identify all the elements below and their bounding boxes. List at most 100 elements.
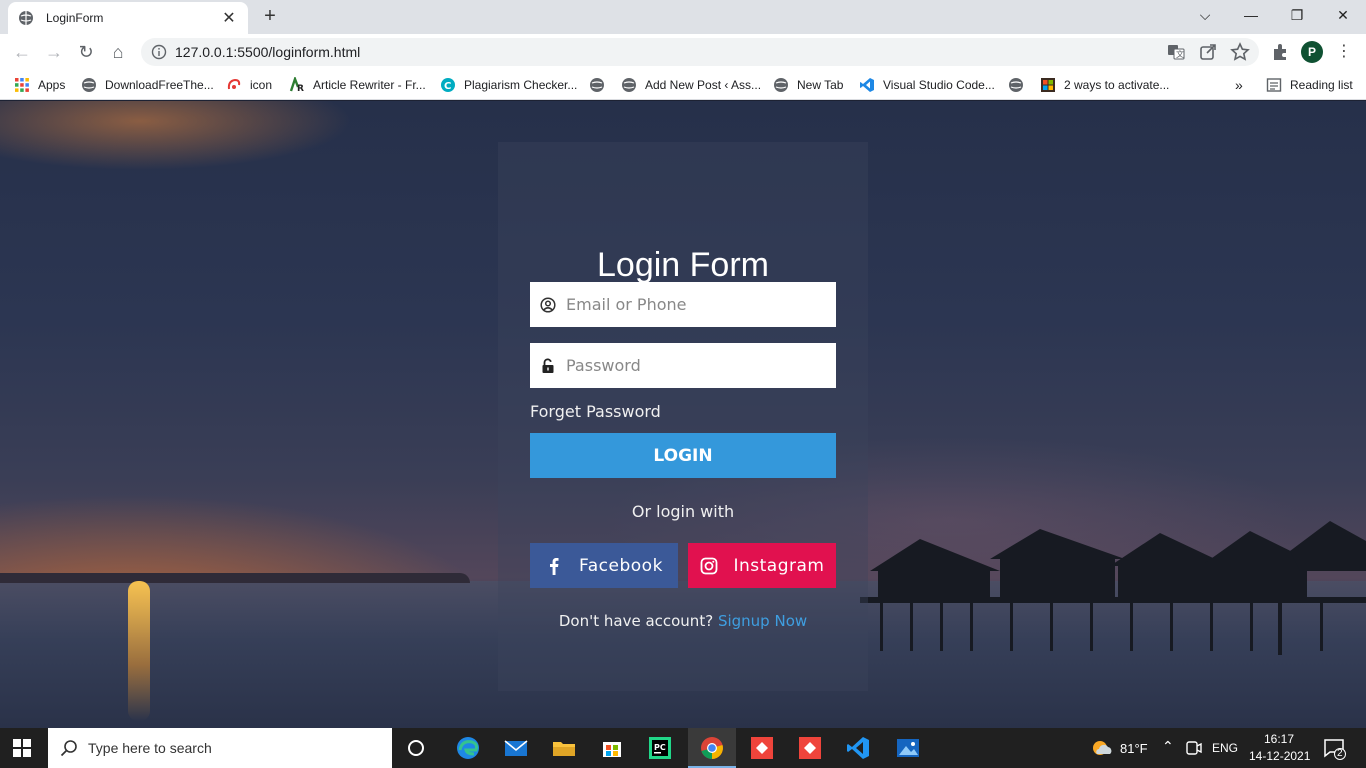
- bookmark-item[interactable]: [1008, 76, 1032, 94]
- restore-icon[interactable]: ❐: [1274, 4, 1320, 28]
- bookmark-apps[interactable]: Apps: [14, 76, 65, 94]
- globe-icon: [622, 78, 636, 92]
- login-button[interactable]: LOGIN: [530, 433, 836, 478]
- instagram-button[interactable]: Instagram: [688, 543, 836, 588]
- password-input[interactable]: [566, 356, 826, 375]
- email-input[interactable]: [566, 295, 826, 314]
- chrome-icon[interactable]: [698, 734, 726, 762]
- forward-icon[interactable]: →: [42, 40, 66, 64]
- back-icon[interactable]: ←: [10, 40, 34, 64]
- browser-toolbar: ← → ↻ ⌂ 127.0.0.1:5500/loginform.html 文: [0, 34, 1366, 70]
- vscode-icon[interactable]: [844, 734, 872, 762]
- bookmark-label: Plagiarism Checker...: [464, 78, 578, 92]
- tab-title: LoginForm: [46, 11, 104, 25]
- share-icon[interactable]: [1198, 42, 1218, 62]
- anydesk-icon[interactable]: [748, 734, 776, 762]
- search-icon: [60, 740, 77, 757]
- reading-list-label: Reading list: [1290, 78, 1353, 92]
- tray-chevron-up-icon[interactable]: ⌃: [1162, 738, 1174, 755]
- browser-tab[interactable]: LoginForm ✕: [8, 2, 248, 34]
- mail-icon[interactable]: [502, 734, 530, 762]
- bookmarks-bar: Apps DownloadFreeThe... icon R Article R…: [0, 70, 1366, 100]
- vscode-icon: [860, 78, 874, 92]
- facebook-button[interactable]: Facebook: [530, 543, 678, 588]
- bookmark-label: icon: [250, 78, 273, 92]
- forget-password-link[interactable]: Forget Password: [530, 402, 661, 421]
- bookmark-label: Add New Post ‹ Ass...: [645, 78, 762, 92]
- profile-avatar[interactable]: P: [1301, 41, 1323, 63]
- cortana-icon[interactable]: [402, 734, 430, 762]
- globe-icon: [19, 11, 33, 25]
- bookmark-label: DownloadFreeThe...: [105, 78, 214, 92]
- password-field[interactable]: [530, 343, 836, 388]
- weather-icon[interactable]: [1088, 734, 1116, 762]
- svg-text:文: 文: [1176, 49, 1184, 59]
- lock-open-icon: [542, 358, 554, 373]
- or-login-with-text: Or login with: [631, 502, 735, 521]
- facebook-label: Facebook: [579, 555, 663, 576]
- anydesk-icon[interactable]: [796, 734, 824, 762]
- bookmark-item[interactable]: New Tab: [773, 76, 843, 94]
- page-title: Login Form: [597, 246, 769, 284]
- more-bookmarks-icon[interactable]: »: [1235, 76, 1243, 94]
- meet-now-icon[interactable]: [1184, 738, 1204, 758]
- bookmark-item[interactable]: [589, 76, 613, 94]
- store-icon[interactable]: [598, 734, 626, 762]
- search-placeholder: Type here to search: [88, 740, 212, 756]
- bookmark-item[interactable]: Add New Post ‹ Ass...: [621, 76, 761, 94]
- globe-icon: [82, 78, 96, 92]
- globe-icon: [774, 78, 788, 92]
- address-bar[interactable]: 127.0.0.1:5500/loginform.html: [141, 38, 1259, 66]
- windows-start-icon[interactable]: [12, 738, 32, 758]
- extensions-icon[interactable]: [1270, 42, 1290, 62]
- bookmark-item[interactable]: R Article Rewriter - Fr...: [289, 76, 426, 94]
- clock-time[interactable]: 16:17: [1264, 732, 1294, 746]
- instagram-icon: [700, 557, 717, 574]
- globe-icon: [1009, 78, 1023, 92]
- svg-text:R: R: [297, 84, 304, 93]
- close-window-icon[interactable]: ✕: [1320, 4, 1366, 28]
- url-text: 127.0.0.1:5500/loginform.html: [175, 44, 361, 60]
- reload-icon[interactable]: ↻: [74, 40, 98, 64]
- bookmark-item[interactable]: DownloadFreeThe...: [81, 76, 214, 94]
- stilt-huts-image: [860, 521, 1366, 655]
- weather-temperature[interactable]: 81°F: [1120, 741, 1148, 756]
- swirl-icon: [227, 78, 241, 90]
- taskbar: Type here to search PC 81°F ⌃ ENG 16:17 …: [0, 728, 1366, 768]
- bookmark-item[interactable]: Visual Studio Code...: [859, 76, 995, 94]
- email-field[interactable]: [530, 282, 836, 327]
- bookmark-item[interactable]: icon: [226, 76, 272, 94]
- bookmark-label: Apps: [38, 78, 66, 92]
- bookmark-star-icon[interactable]: [1230, 42, 1250, 62]
- signup-link[interactable]: Signup Now: [718, 612, 807, 630]
- clock-date[interactable]: 14-12-2021: [1249, 749, 1310, 763]
- facebook-icon: [550, 557, 559, 575]
- pycharm-icon[interactable]: PC: [646, 734, 674, 762]
- language-indicator[interactable]: ENG: [1212, 741, 1238, 755]
- tab-search-chevron-icon[interactable]: ⌵: [1182, 4, 1228, 28]
- sun-reflection: [128, 581, 150, 721]
- apps-grid-icon: [15, 78, 29, 92]
- taskbar-search-box[interactable]: Type here to search: [48, 728, 392, 768]
- windows-icon: [1041, 78, 1055, 92]
- photos-icon[interactable]: [894, 734, 922, 762]
- info-icon[interactable]: [151, 44, 167, 60]
- checker-icon: C: [441, 78, 455, 92]
- new-tab-icon[interactable]: +: [260, 6, 280, 26]
- signup-prompt: Don't have account? Signup Now: [498, 612, 868, 630]
- rewriter-icon: R: [289, 77, 304, 93]
- close-tab-icon[interactable]: ✕: [220, 8, 238, 28]
- edge-icon[interactable]: [454, 734, 482, 762]
- page-background: Login Form Forget Password LOGIN Or logi…: [0, 101, 1366, 728]
- bookmark-item[interactable]: C Plagiarism Checker...: [440, 76, 577, 94]
- home-icon[interactable]: ⌂: [106, 40, 130, 64]
- menu-kebab-icon[interactable]: ⋮: [1336, 42, 1352, 62]
- reading-list-button[interactable]: Reading list: [1266, 76, 1353, 94]
- bookmark-item[interactable]: 2 ways to activate...: [1040, 76, 1169, 94]
- file-explorer-icon[interactable]: [550, 734, 578, 762]
- translate-icon[interactable]: 文: [1166, 42, 1186, 62]
- bookmark-label: 2 ways to activate...: [1064, 78, 1170, 92]
- minimize-icon[interactable]: —: [1228, 4, 1274, 28]
- tab-strip: LoginForm ✕ + ⌵ — ❐ ✕: [0, 0, 1366, 34]
- distant-shore: [0, 573, 470, 583]
